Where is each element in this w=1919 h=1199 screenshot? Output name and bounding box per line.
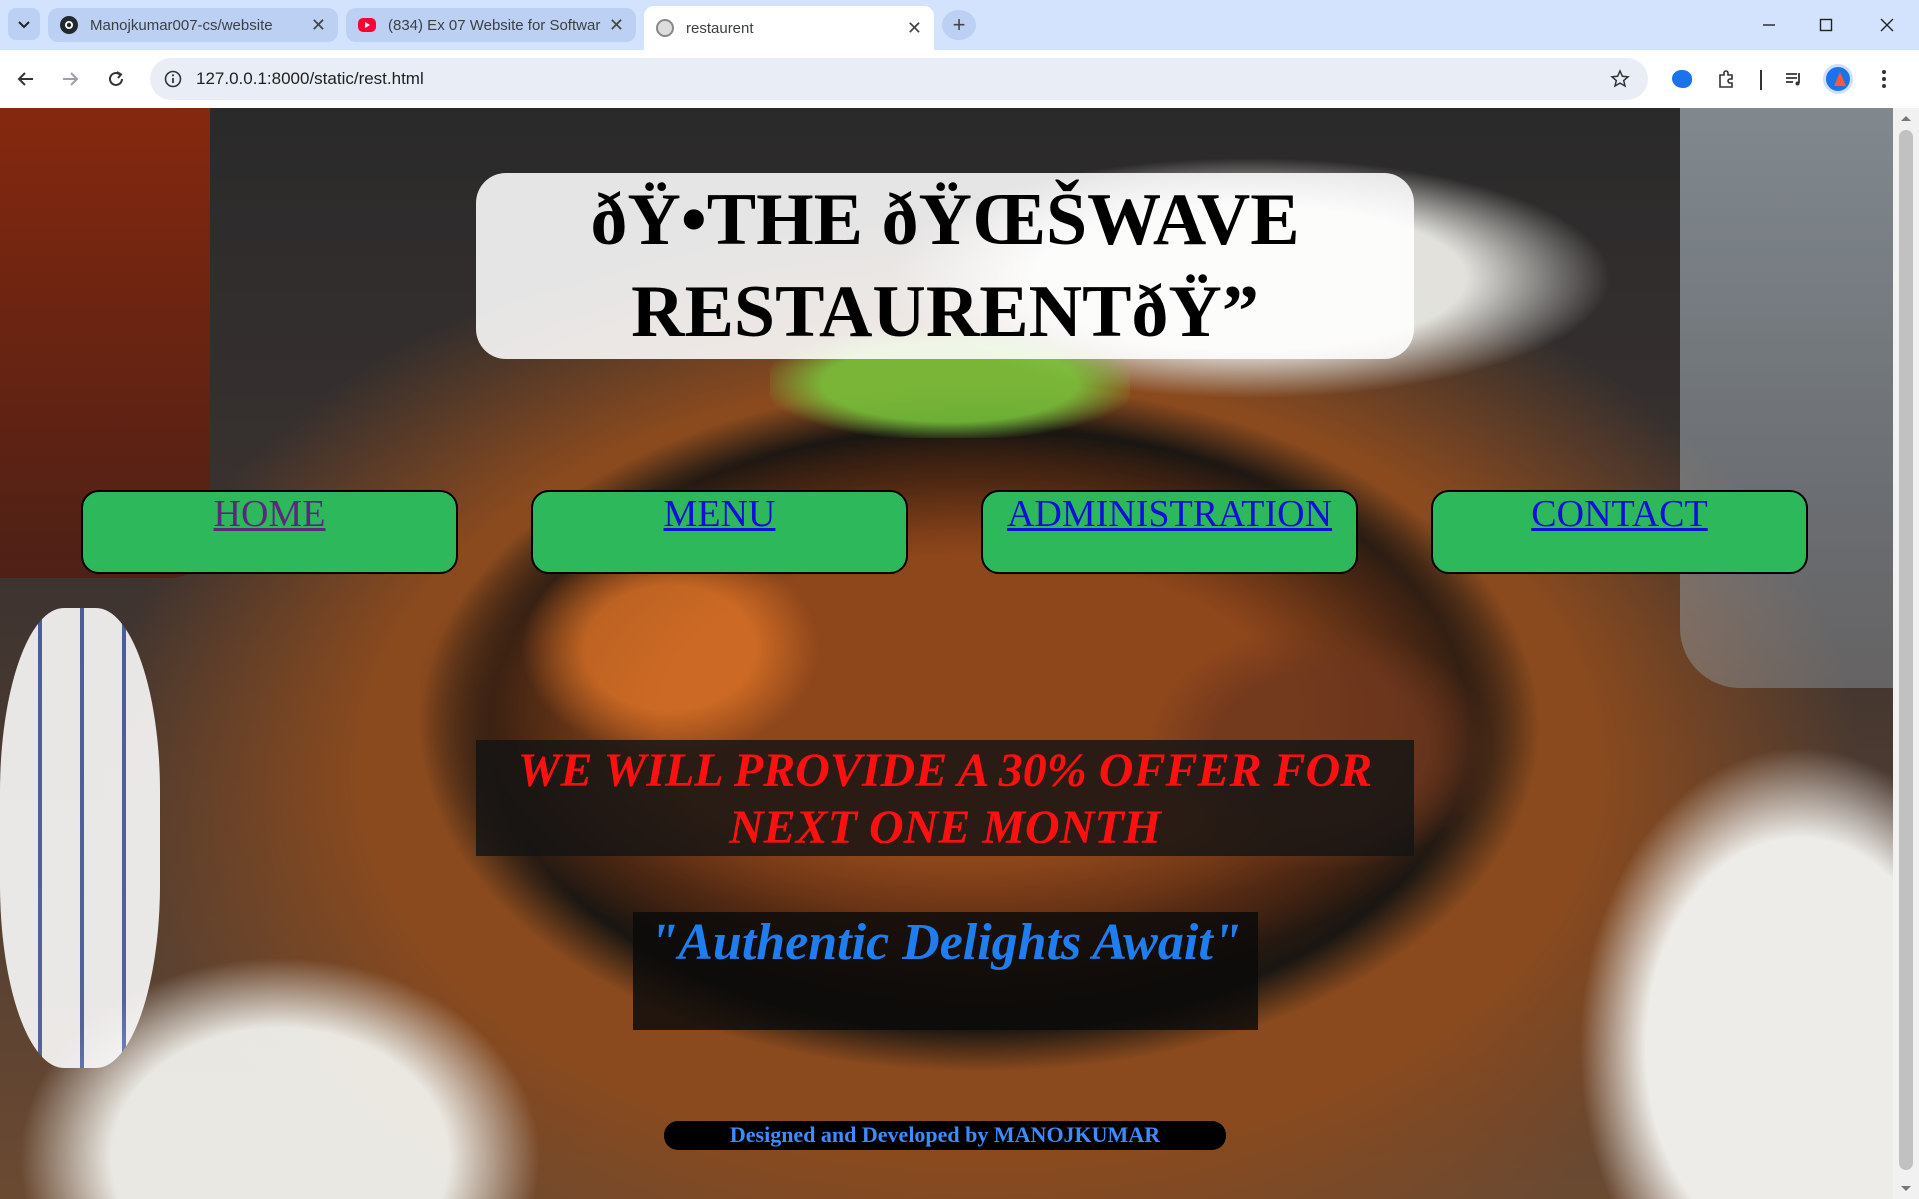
media-controls-button[interactable] [1776,61,1812,97]
minimize-button[interactable] [1740,0,1798,50]
nav-menu-link[interactable]: MENU [664,492,776,536]
profile-button[interactable] [1820,61,1856,97]
tab-restaurent[interactable]: restaurent ✕ [644,6,934,50]
avatar [1823,64,1853,94]
nav-administration-link[interactable]: ADMINISTRATION [1007,492,1332,536]
globe-icon [656,19,674,37]
restaurant-title-banner: ðŸ•THE ðŸŒŠWAVE RESTAURENTðŸ” [476,173,1414,359]
nav-contact-link[interactable]: CONTACT [1531,492,1707,536]
arrow-right-icon [63,72,79,86]
close-icon[interactable]: ✕ [311,16,326,34]
tab-search-button[interactable] [8,8,40,40]
info-icon[interactable] [164,70,182,88]
scroll-up-icon[interactable] [1900,114,1912,122]
new-tab-button[interactable]: + [942,10,976,40]
scroll-down-icon[interactable] [1900,1185,1912,1193]
footer-credit: Designed and Developed by MANOJKUMAR [664,1121,1226,1150]
plus-icon: + [952,12,966,37]
more-vert-icon [1882,70,1886,88]
nav-home-link[interactable]: HOME [214,492,326,536]
tagline-text: "Authentic Delights Await" [649,914,1242,971]
page-viewport: ðŸ•THE ðŸŒŠWAVE RESTAURENTðŸ” HOME MENU … [0,108,1893,1199]
reload-button[interactable] [98,61,134,97]
tab-github[interactable]: Manojkumar007-cs/website ✕ [48,8,338,42]
scrollbar-thumb[interactable] [1899,130,1913,1170]
nav-home[interactable]: HOME [81,490,458,574]
toolbar-divider [1760,70,1762,90]
credit-text: Designed and Developed by MANOJKUMAR [729,1122,1161,1147]
close-window-button[interactable] [1854,0,1919,50]
puzzle-icon [1719,70,1733,88]
offer-text: WE WILL PROVIDE A 30% OFFER FOR NEXT ONE… [517,744,1373,854]
queue-music-icon [1786,73,1800,86]
close-icon [1880,18,1893,32]
tab-strip: Manojkumar007-cs/website ✕ (834) Ex 07 W… [0,0,1919,50]
chevron-down-icon [18,21,30,29]
reload-icon [109,71,123,86]
maximize-icon [1819,18,1833,32]
minimize-icon [1763,24,1775,26]
address-bar[interactable]: 127.0.0.1:8000/static/rest.html [150,58,1648,100]
extension-blob-icon [1672,70,1692,88]
chrome-menu-button[interactable] [1866,61,1902,97]
url-text: 127.0.0.1:8000/static/rest.html [196,69,424,88]
github-icon [60,16,78,34]
close-icon[interactable]: ✕ [609,16,624,34]
nav-contact[interactable]: CONTACT [1431,490,1808,574]
tab-label: restaurent [686,19,754,37]
browser-toolbar: 127.0.0.1:8000/static/rest.html [0,50,1919,108]
page-scrollbar[interactable] [1893,108,1919,1199]
extension-button[interactable] [1664,61,1700,97]
arrow-left-icon [17,72,33,86]
close-icon[interactable]: ✕ [907,19,922,37]
youtube-icon [358,18,376,32]
forward-button[interactable] [52,61,88,97]
tab-label: Manojkumar007-cs/website [90,16,273,34]
page-title: ðŸ•THE ðŸŒŠWAVE RESTAURENTðŸ” [590,179,1300,353]
maximize-button[interactable] [1797,0,1855,50]
nav-menu[interactable]: MENU [531,490,908,574]
extensions-menu-button[interactable] [1708,61,1744,97]
back-button[interactable] [8,61,44,97]
offer-banner: WE WILL PROVIDE A 30% OFFER FOR NEXT ONE… [476,740,1414,856]
tab-youtube[interactable]: (834) Ex 07 Website for Softwar ✕ [346,8,636,42]
tab-label: (834) Ex 07 Website for Softwar [388,16,601,34]
tagline-banner: "Authentic Delights Await" [633,912,1258,1030]
star-icon[interactable] [1610,69,1630,89]
compass-icon [1834,72,1846,86]
nav-administration[interactable]: ADMINISTRATION [981,490,1358,574]
